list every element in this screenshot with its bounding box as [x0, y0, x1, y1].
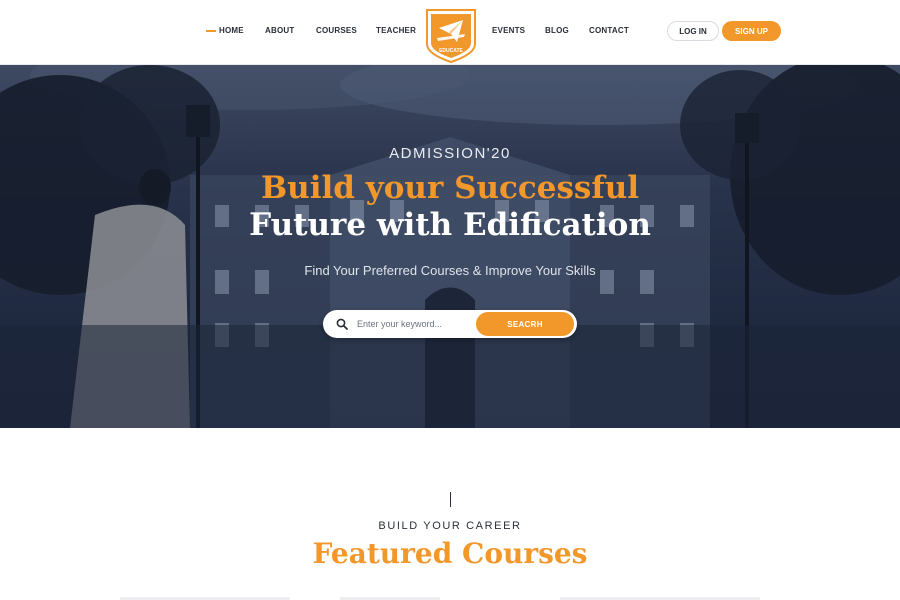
site-logo[interactable]: EDUCATE: [423, 6, 479, 64]
section-title: Featured Courses: [312, 537, 588, 570]
campus-building-background: [0, 65, 900, 428]
login-button[interactable]: LOG IN: [667, 21, 719, 41]
section-divider: [450, 492, 451, 507]
hero-subtitle: Find Your Preferred Courses & Improve Yo…: [304, 263, 596, 278]
site-header: HOME ABOUT COURSES TEACHER EVENTS BLOG C…: [0, 0, 900, 65]
nav-item-teacher[interactable]: TEACHER: [376, 26, 416, 35]
nav-item-home[interactable]: HOME: [219, 26, 244, 35]
nav-item-blog[interactable]: BLOG: [545, 26, 569, 35]
section-eyebrow: BUILD YOUR CAREER: [378, 520, 522, 532]
hero-section: ADMISSION'20 Build your Successful Futur…: [0, 65, 900, 428]
hero-title-line2: Future with Edification: [249, 207, 651, 243]
hero-title-line1: Build your Successful: [260, 170, 640, 206]
search-button[interactable]: SEACRH: [476, 312, 574, 336]
hero-eyebrow: ADMISSION'20: [389, 145, 511, 162]
graduation-cap-shield-logo-icon: EDUCATE: [426, 9, 476, 64]
nav-item-about[interactable]: ABOUT: [265, 26, 294, 35]
nav-item-courses[interactable]: COURSES: [316, 26, 357, 35]
nav-item-contact[interactable]: CONTACT: [589, 26, 629, 35]
signup-button[interactable]: SIGN UP: [722, 21, 781, 41]
svg-text:EDUCATE: EDUCATE: [439, 48, 463, 54]
course-search-bar: SEACRH: [323, 310, 577, 338]
search-icon: [336, 318, 348, 330]
nav-item-events[interactable]: EVENTS: [492, 26, 525, 35]
search-input[interactable]: [357, 314, 477, 334]
